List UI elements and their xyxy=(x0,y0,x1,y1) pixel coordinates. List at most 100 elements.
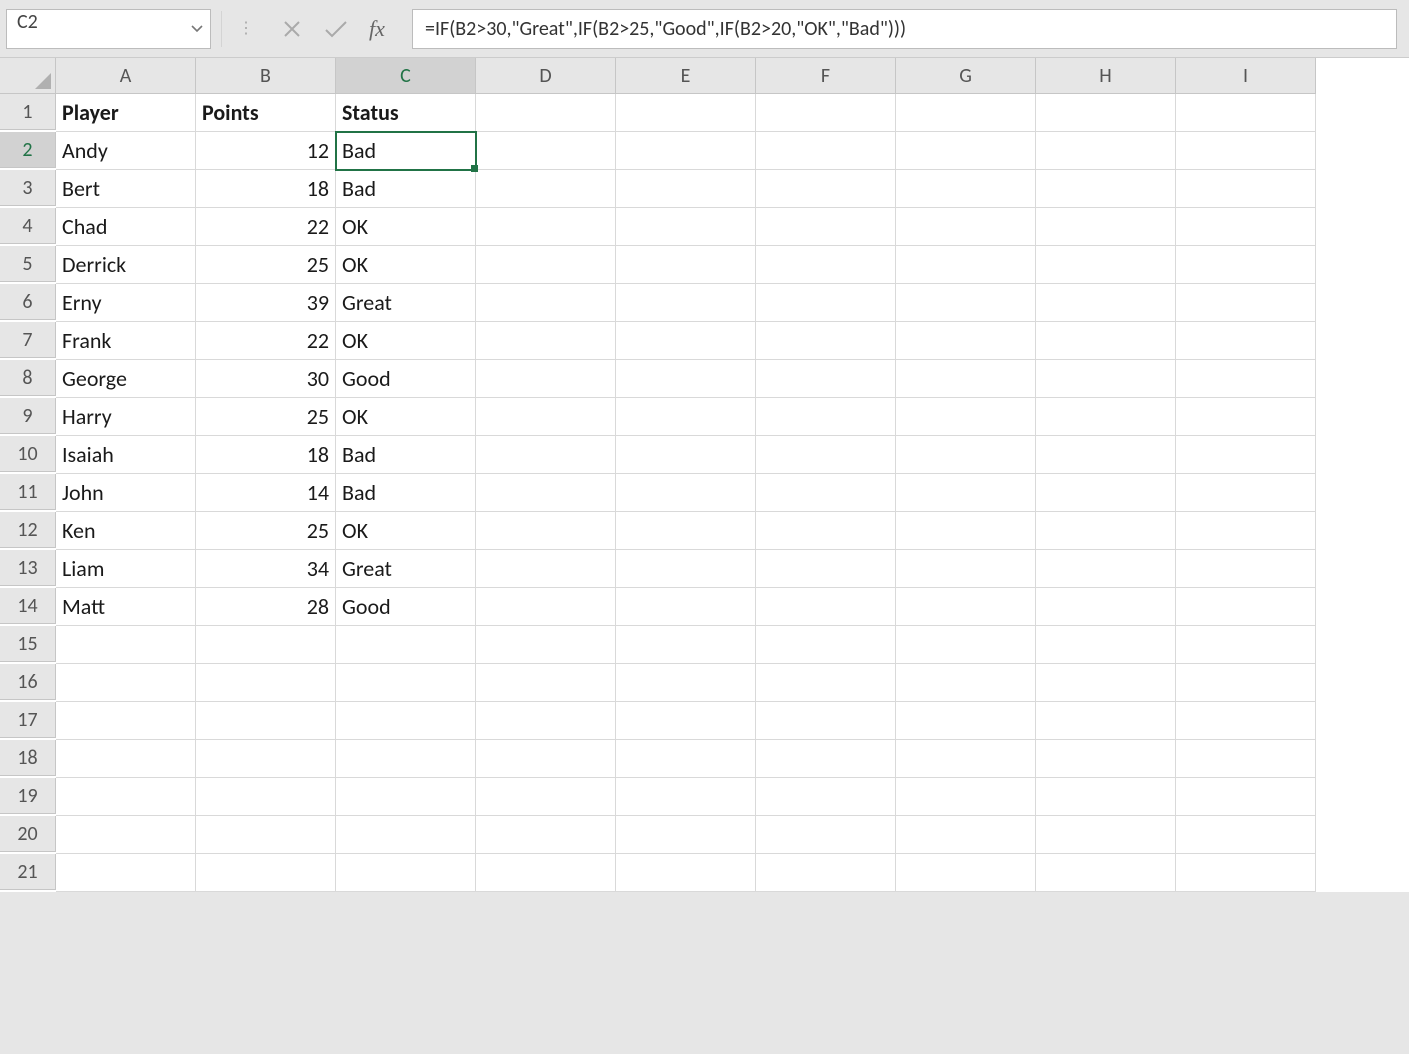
cell-I10[interactable] xyxy=(1176,436,1316,474)
row-header-15[interactable]: 15 xyxy=(0,626,56,662)
cell-B7[interactable]: 22 xyxy=(196,322,336,360)
cell-D21[interactable] xyxy=(476,854,616,892)
cell-E11[interactable] xyxy=(616,474,756,512)
cell-G14[interactable] xyxy=(896,588,1036,626)
column-header-A[interactable]: A xyxy=(56,58,196,94)
cell-D3[interactable] xyxy=(476,170,616,208)
row-header-13[interactable]: 13 xyxy=(0,550,56,586)
cell-D12[interactable] xyxy=(476,512,616,550)
cell-I3[interactable] xyxy=(1176,170,1316,208)
cell-G1[interactable] xyxy=(896,94,1036,132)
cell-F12[interactable] xyxy=(756,512,896,550)
cell-D13[interactable] xyxy=(476,550,616,588)
cell-G4[interactable] xyxy=(896,208,1036,246)
cell-F9[interactable] xyxy=(756,398,896,436)
column-header-H[interactable]: H xyxy=(1036,58,1176,94)
cell-C10[interactable]: Bad xyxy=(336,436,476,474)
cell-H15[interactable] xyxy=(1036,626,1176,664)
cell-F13[interactable] xyxy=(756,550,896,588)
cell-H12[interactable] xyxy=(1036,512,1176,550)
cell-F15[interactable] xyxy=(756,626,896,664)
cell-A4[interactable]: Chad xyxy=(56,208,196,246)
cell-D8[interactable] xyxy=(476,360,616,398)
cell-E5[interactable] xyxy=(616,246,756,284)
cancel-icon[interactable] xyxy=(270,9,314,49)
cell-F21[interactable] xyxy=(756,854,896,892)
cell-B11[interactable]: 14 xyxy=(196,474,336,512)
cell-H17[interactable] xyxy=(1036,702,1176,740)
cell-H9[interactable] xyxy=(1036,398,1176,436)
row-header-16[interactable]: 16 xyxy=(0,664,56,700)
cell-C5[interactable]: OK xyxy=(336,246,476,284)
cell-E4[interactable] xyxy=(616,208,756,246)
insert-function-button[interactable]: fx xyxy=(358,9,402,49)
cell-D11[interactable] xyxy=(476,474,616,512)
cell-I6[interactable] xyxy=(1176,284,1316,322)
row-header-11[interactable]: 11 xyxy=(0,474,56,510)
cell-F19[interactable] xyxy=(756,778,896,816)
cell-E13[interactable] xyxy=(616,550,756,588)
cell-G16[interactable] xyxy=(896,664,1036,702)
cell-A1[interactable]: Player xyxy=(56,94,196,132)
cell-B5[interactable]: 25 xyxy=(196,246,336,284)
select-all-corner[interactable] xyxy=(0,58,56,94)
cell-A13[interactable]: Liam xyxy=(56,550,196,588)
cell-H19[interactable] xyxy=(1036,778,1176,816)
cell-D15[interactable] xyxy=(476,626,616,664)
cell-G7[interactable] xyxy=(896,322,1036,360)
cell-E12[interactable] xyxy=(616,512,756,550)
cell-B4[interactable]: 22 xyxy=(196,208,336,246)
cell-G3[interactable] xyxy=(896,170,1036,208)
cell-F10[interactable] xyxy=(756,436,896,474)
cell-A8[interactable]: George xyxy=(56,360,196,398)
cell-C1[interactable]: Status xyxy=(336,94,476,132)
cell-A15[interactable] xyxy=(56,626,196,664)
row-header-18[interactable]: 18 xyxy=(0,740,56,776)
cell-A14[interactable]: Matt xyxy=(56,588,196,626)
cell-I9[interactable] xyxy=(1176,398,1316,436)
cell-E2[interactable] xyxy=(616,132,756,170)
column-header-I[interactable]: I xyxy=(1176,58,1316,94)
cell-E19[interactable] xyxy=(616,778,756,816)
cell-B14[interactable]: 28 xyxy=(196,588,336,626)
row-header-19[interactable]: 19 xyxy=(0,778,56,814)
cell-G5[interactable] xyxy=(896,246,1036,284)
column-header-G[interactable]: G xyxy=(896,58,1036,94)
cell-I5[interactable] xyxy=(1176,246,1316,284)
cell-E1[interactable] xyxy=(616,94,756,132)
row-header-6[interactable]: 6 xyxy=(0,284,56,320)
cell-H5[interactable] xyxy=(1036,246,1176,284)
cell-D4[interactable] xyxy=(476,208,616,246)
row-header-9[interactable]: 9 xyxy=(0,398,56,434)
cell-A21[interactable] xyxy=(56,854,196,892)
cell-C6[interactable]: Great xyxy=(336,284,476,322)
cell-D16[interactable] xyxy=(476,664,616,702)
cell-F8[interactable] xyxy=(756,360,896,398)
column-header-D[interactable]: D xyxy=(476,58,616,94)
cell-C11[interactable]: Bad xyxy=(336,474,476,512)
cell-B6[interactable]: 39 xyxy=(196,284,336,322)
cell-F17[interactable] xyxy=(756,702,896,740)
cell-E21[interactable] xyxy=(616,854,756,892)
cell-F7[interactable] xyxy=(756,322,896,360)
cell-E16[interactable] xyxy=(616,664,756,702)
cell-E9[interactable] xyxy=(616,398,756,436)
cell-I2[interactable] xyxy=(1176,132,1316,170)
row-header-3[interactable]: 3 xyxy=(0,170,56,206)
cell-A16[interactable] xyxy=(56,664,196,702)
cell-C18[interactable] xyxy=(336,740,476,778)
cell-H14[interactable] xyxy=(1036,588,1176,626)
cell-A5[interactable]: Derrick xyxy=(56,246,196,284)
row-header-2[interactable]: 2 xyxy=(0,132,56,168)
enter-icon[interactable] xyxy=(314,9,358,49)
cell-E15[interactable] xyxy=(616,626,756,664)
cell-A12[interactable]: Ken xyxy=(56,512,196,550)
cell-G20[interactable] xyxy=(896,816,1036,854)
cell-A6[interactable]: Erny xyxy=(56,284,196,322)
cell-H4[interactable] xyxy=(1036,208,1176,246)
cell-B2[interactable]: 12 xyxy=(196,132,336,170)
cell-E14[interactable] xyxy=(616,588,756,626)
cell-G8[interactable] xyxy=(896,360,1036,398)
cell-G15[interactable] xyxy=(896,626,1036,664)
cell-E17[interactable] xyxy=(616,702,756,740)
